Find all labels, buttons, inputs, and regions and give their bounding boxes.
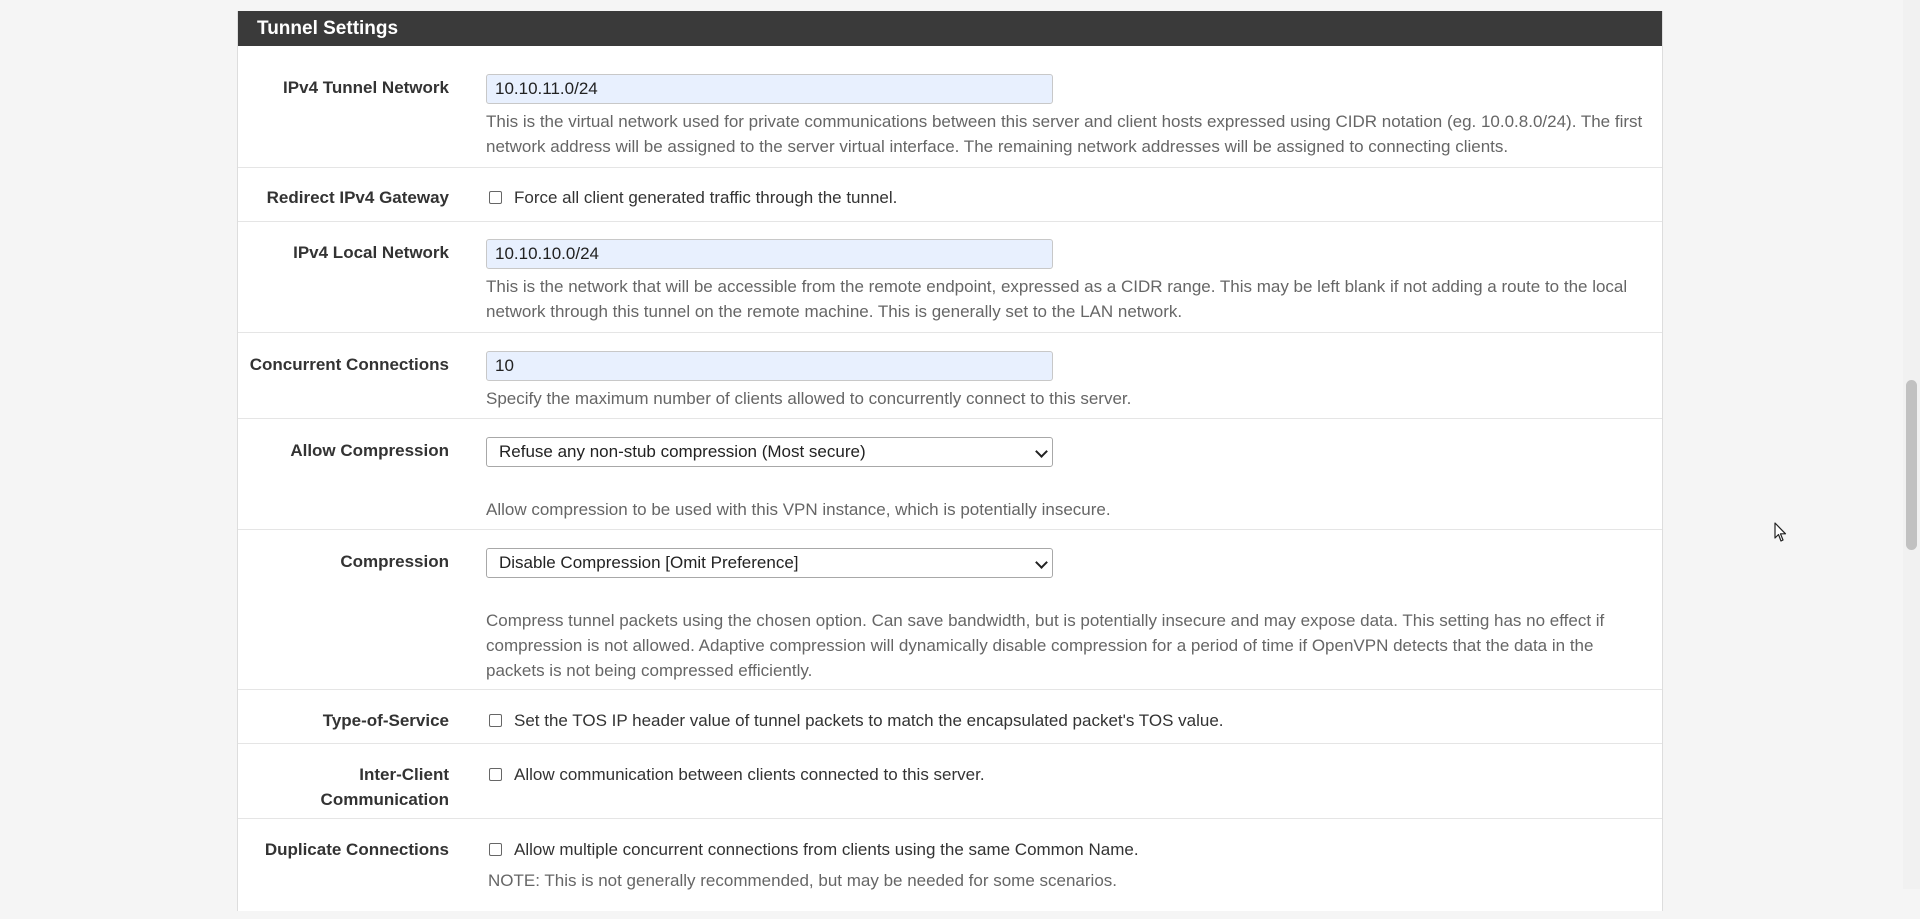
row-inter-client-communication: Inter-Client Communication Allow communi…: [238, 744, 1662, 819]
chevron-down-icon: [1035, 445, 1048, 458]
section-title: Tunnel Settings: [238, 11, 1662, 46]
allow-compression-label: Allow Compression: [290, 441, 449, 460]
compression-select[interactable]: Disable Compression [Omit Preference]: [486, 548, 1053, 578]
duplicate-connections-note: NOTE: This is not generally recommended,…: [488, 871, 1117, 890]
allow-compression-select[interactable]: Refuse any non-stub compression (Most se…: [486, 437, 1053, 467]
row-ipv4-tunnel-network: IPv4 Tunnel Network This is the virtual …: [238, 46, 1662, 168]
redirect-ipv4-gateway-label: Redirect IPv4 Gateway: [266, 188, 449, 207]
compression-selected: Disable Compression [Omit Preference]: [499, 553, 799, 572]
ipv4-local-network-label: IPv4 Local Network: [293, 243, 449, 262]
concurrent-connections-help: Specify the maximum number of clients al…: [486, 389, 1132, 408]
row-redirect-ipv4-gateway: Redirect IPv4 Gateway Force all client g…: [238, 168, 1662, 222]
row-type-of-service: Type-of-Service Set the TOS IP header va…: [238, 690, 1662, 744]
inter-client-label: Inter-Client Communication: [238, 762, 449, 812]
duplicate-connections-label: Duplicate Connections: [264, 840, 449, 859]
inter-client-checkbox[interactable]: [489, 768, 502, 781]
scrollbar-thumb[interactable]: [1906, 380, 1917, 550]
row-compression: Compression Disable Compression [Omit Pr…: [238, 530, 1662, 690]
type-of-service-checkbox-label: Set the TOS IP header value of tunnel pa…: [514, 711, 1224, 730]
page-scrollbar[interactable]: [1903, 0, 1920, 889]
duplicate-connections-checkbox-label: Allow multiple concurrent connections fr…: [514, 840, 1139, 859]
concurrent-connections-label: Concurrent Connections: [249, 355, 449, 374]
redirect-ipv4-gateway-checkbox-label: Force all client generated traffic throu…: [514, 188, 898, 207]
mouse-pointer-icon: [1774, 522, 1787, 542]
tunnel-settings-panel: Tunnel Settings IPv4 Tunnel Network This…: [237, 11, 1663, 911]
row-ipv4-local-network: IPv4 Local Network This is the network t…: [238, 222, 1662, 333]
type-of-service-label: Type-of-Service: [322, 711, 449, 730]
concurrent-connections-input[interactable]: [486, 351, 1053, 381]
row-allow-compression: Allow Compression Refuse any non-stub co…: [238, 419, 1662, 530]
ipv4-local-network-help: This is the network that will be accessi…: [486, 277, 1628, 321]
allow-compression-help: Allow compression to be used with this V…: [486, 500, 1111, 519]
chevron-down-icon: [1035, 556, 1048, 569]
inter-client-label-line2: Communication: [320, 790, 449, 809]
ipv4-tunnel-network-label: IPv4 Tunnel Network: [283, 78, 449, 97]
row-duplicate-connections: Duplicate Connections Allow multiple con…: [238, 819, 1662, 919]
type-of-service-checkbox[interactable]: [489, 714, 502, 727]
duplicate-connections-checkbox[interactable]: [489, 843, 502, 856]
row-concurrent-connections: Concurrent Connections Specify the maxim…: [238, 333, 1662, 419]
compression-help: Compress tunnel packets using the chosen…: [486, 611, 1605, 680]
inter-client-label-line1: Inter-Client: [359, 765, 449, 784]
redirect-ipv4-gateway-checkbox[interactable]: [489, 191, 502, 204]
allow-compression-selected: Refuse any non-stub compression (Most se…: [499, 442, 866, 461]
ipv4-local-network-input[interactable]: [486, 239, 1053, 269]
inter-client-checkbox-label: Allow communication between clients conn…: [514, 765, 985, 784]
compression-label: Compression: [340, 552, 449, 571]
ipv4-tunnel-network-help: This is the virtual network used for pri…: [486, 112, 1643, 156]
ipv4-tunnel-network-input[interactable]: [486, 74, 1053, 104]
